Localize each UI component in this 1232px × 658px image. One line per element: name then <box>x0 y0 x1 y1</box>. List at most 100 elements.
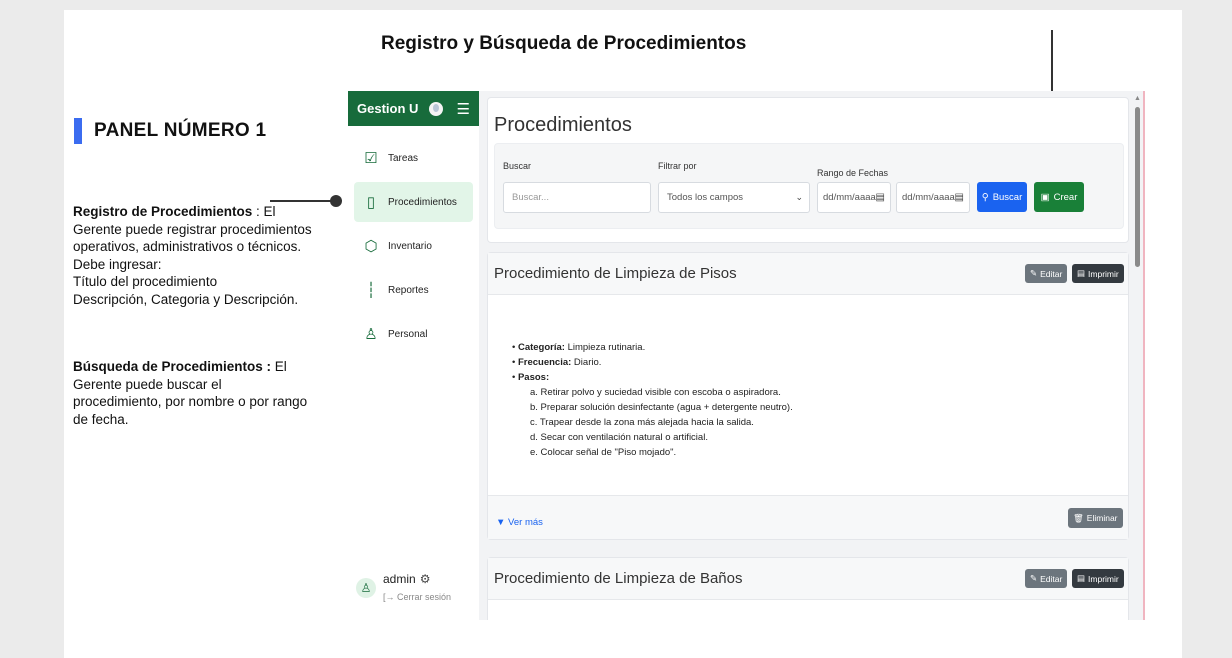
date-to-input[interactable]: dd/mm/aaaa ▤ <box>896 182 970 213</box>
registro-line: Debe ingresar: <box>73 256 162 272</box>
busqueda-line: Gerente puede buscar el <box>73 376 222 392</box>
delete-button-label: Eliminar <box>1086 513 1118 523</box>
registro-heading: Registro de Procedimientos <box>73 204 253 219</box>
edit-icon: ✎ <box>1030 268 1038 278</box>
user-name: admin <box>383 572 416 586</box>
filter-select[interactable]: Todos los campos ⌄ <box>658 182 810 213</box>
search-icon: ⚲ <box>981 191 989 203</box>
filter-label: Filtrar por <box>658 161 697 171</box>
registro-line: Gerente puede registrar procedimientos <box>73 221 312 237</box>
categoria-label: Categoría: <box>517 342 565 353</box>
avatar: ♙ <box>356 578 376 598</box>
procedure-title: Procedimiento de Limpieza de Baños <box>494 570 743 587</box>
ver-mas-link[interactable]: ▼ Ver más <box>496 517 543 528</box>
sidebar-item-tareas[interactable]: ☑ Tareas <box>354 138 473 178</box>
calendar-icon: ▤ <box>875 192 885 203</box>
sidebar-item-label: Reportes <box>388 284 429 296</box>
main-content: Procedimientos Buscar Buscar... Filtrar … <box>487 97 1129 620</box>
sidebar: Gestion U ☰ ☑ Tareas ▯ Procedimientos ⬡ Inv… <box>348 91 479 620</box>
registro-line: Título del procedimiento <box>73 274 218 289</box>
search-button[interactable]: ⚲ Buscar <box>977 182 1027 212</box>
step-item: d. Secar con ventilación natural o artif… <box>530 432 708 443</box>
step-item: c. Trapear desde la zona más alejada hac… <box>530 417 754 428</box>
create-button-label: Crear <box>1053 191 1078 203</box>
print-button[interactable]: ▤ Imprimir <box>1072 569 1124 588</box>
frecuencia-value: Diario. <box>571 357 602 368</box>
callout-line-registro <box>270 200 336 202</box>
edit-button-label: Editar <box>1040 573 1063 584</box>
accent-bar <box>74 118 82 144</box>
tablet-icon: ▯ <box>366 194 376 211</box>
checkbox-icon: ☑ <box>364 150 378 167</box>
user-block: ♙ admin ⚙ [→ Cerrar sesión <box>356 572 451 602</box>
registro-line: operativos, administrativos o técnicos. <box>73 239 302 254</box>
scroll-up-icon[interactable]: ▲ <box>1134 95 1141 102</box>
busqueda-line: de fecha. <box>73 411 129 427</box>
logout-link[interactable]: [→ Cerrar sesión <box>383 592 451 602</box>
scrollbar-thumb[interactable] <box>1135 107 1140 267</box>
chevron-down-icon: ⌄ <box>795 192 803 202</box>
procedure-card: Procedimiento de Limpieza de Baños ✎ Edit… <box>487 557 1129 620</box>
print-button-label: Imprimir <box>1088 268 1119 279</box>
registro-line: : El <box>252 204 276 219</box>
file-plus-icon: ▣ <box>1040 191 1050 203</box>
hamburger-menu-icon[interactable]: ☰ <box>457 100 470 118</box>
procedure-card: Procedimiento de Limpieza de Pisos ✎ Edit… <box>487 252 1129 540</box>
sidebar-item-label: Personal <box>388 328 428 340</box>
logo-icon <box>428 101 443 116</box>
print-button[interactable]: ▤ Imprimir <box>1072 264 1124 283</box>
calendar-icon: ▤ <box>954 192 964 203</box>
registro-description: Registro de Procedimientos : El Gerente … <box>73 203 312 308</box>
panel-heading: PANEL NÚMERO 1 <box>74 118 266 144</box>
sidebar-nav: ☑ Tareas ▯ Procedimientos ⬡ Inventario ┆ Rep… <box>348 126 479 354</box>
sidebar-item-label: Procedimientos <box>388 196 457 208</box>
edit-icon: ✎ <box>1030 573 1038 583</box>
filters-card: Procedimientos Buscar Buscar... Filtrar … <box>487 97 1129 243</box>
people-icon: ♙ <box>364 326 378 343</box>
busqueda-line: procedimiento, por nombre o por rango <box>73 394 308 409</box>
registro-line: Descripción, Categoria y Descripción. <box>73 291 299 307</box>
panel-heading-text: PANEL NÚMERO 1 <box>94 120 267 141</box>
sidebar-item-label: Tareas <box>388 152 419 164</box>
bar-chart-icon: ┆ <box>366 282 376 299</box>
gear-icon[interactable]: ⚙ <box>420 572 431 586</box>
pasos-label: Pasos: <box>517 372 550 383</box>
search-label: Buscar <box>503 161 532 171</box>
busqueda-description: Búsqueda de Procedimientos : El Gerente … <box>73 358 307 428</box>
app-screenshot: Gestion U ☰ ☑ Tareas ▯ Procedimientos ⬡ Inv… <box>348 91 1145 620</box>
delete-button[interactable]: 🗑 Eliminar <box>1068 508 1123 528</box>
date-from-input[interactable]: dd/mm/aaaa ▤ <box>817 182 891 213</box>
callout-dot-registro <box>330 195 342 207</box>
busqueda-heading: Búsqueda de Procedimientos : <box>73 359 272 374</box>
edit-button-label: Editar <box>1040 268 1063 279</box>
print-button-label: Imprimir <box>1088 573 1119 584</box>
slide-title: Registro y Búsqueda de Procedimientos <box>381 33 747 54</box>
page-title: Procedimientos <box>494 114 632 136</box>
print-icon: ▤ <box>1077 268 1086 278</box>
procedure-title: Procedimiento de Limpieza de Pisos <box>494 265 737 282</box>
edit-button[interactable]: ✎ Editar <box>1025 264 1068 283</box>
trash-icon: 🗑 <box>1073 512 1084 523</box>
edit-button[interactable]: ✎ Editar <box>1025 569 1068 588</box>
date-range-label: Rango de Fechas <box>817 168 889 178</box>
brand-name: Gestion U <box>357 101 419 116</box>
sidebar-item-personal[interactable]: ♙ Personal <box>354 314 473 354</box>
sidebar-item-reportes[interactable]: ┆ Reportes <box>354 270 473 310</box>
procedure-header: Procedimiento de Limpieza de Baños ✎ Edit… <box>488 558 1128 600</box>
brand-bar: Gestion U ☰ <box>348 91 479 126</box>
search-input[interactable]: Buscar... <box>503 182 651 213</box>
step-item: e. Colocar señal de "Piso mojado". <box>530 447 677 458</box>
box-icon: ⬡ <box>364 238 378 255</box>
filter-box: Buscar Buscar... Filtrar por Todos los c… <box>494 143 1124 229</box>
scrollbar[interactable]: ▲ <box>1134 95 1141 615</box>
search-button-label: Buscar <box>992 191 1023 203</box>
sidebar-item-procedimientos[interactable]: ▯ Procedimientos <box>354 182 473 222</box>
date-from-value: dd/mm/aaaa <box>823 192 876 203</box>
categoria-value: Limpieza rutinaria. <box>564 342 646 353</box>
step-item: b. Preparar solución desinfectante (agua… <box>530 402 793 413</box>
procedure-body: Categoría: Limpieza rutinaria. Frecuenci… <box>488 295 1128 495</box>
sidebar-item-inventario[interactable]: ⬡ Inventario <box>354 226 473 266</box>
procedure-footer: ▼ Ver más 🗑 Eliminar <box>488 495 1128 539</box>
create-button[interactable]: ▣ Crear <box>1034 182 1084 212</box>
sidebar-item-label: Inventario <box>388 240 432 252</box>
